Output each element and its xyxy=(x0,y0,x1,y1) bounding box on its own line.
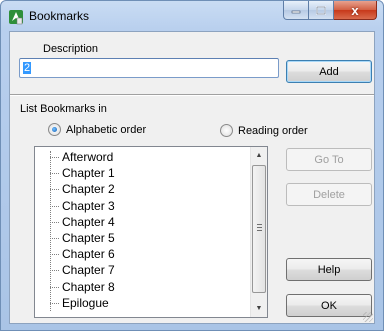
reading-order-label: Reading order xyxy=(238,124,308,137)
description-field[interactable]: 2 xyxy=(19,58,279,78)
maximize-icon xyxy=(316,5,326,15)
resize-grip[interactable] xyxy=(363,312,373,322)
list-item[interactable]: Chapter 6 xyxy=(35,246,251,262)
list-item[interactable]: Chapter 8 xyxy=(35,279,251,295)
scroll-thumb[interactable] xyxy=(252,165,266,293)
add-button[interactable]: Add xyxy=(286,60,372,83)
scroll-grip-icon xyxy=(257,224,262,231)
ok-button[interactable]: OK xyxy=(286,294,372,317)
scroll-up-arrow-icon[interactable]: ▲ xyxy=(251,147,267,164)
list-item[interactable]: Chapter 3 xyxy=(35,198,251,214)
dialog-client-area: Description 2 Add List Bookmarks in Alph… xyxy=(9,31,375,324)
minimize-icon xyxy=(291,10,301,14)
help-button[interactable]: Help xyxy=(286,258,372,281)
section-divider xyxy=(10,94,374,96)
list-item[interactable]: Chapter 1 xyxy=(35,165,251,181)
list-vertical-scrollbar[interactable]: ▲ ▼ xyxy=(250,147,267,317)
alphabetic-order-label: Alphabetic order xyxy=(66,123,147,136)
reading-order-radio[interactable]: Reading order xyxy=(220,124,308,137)
bookmark-app-icon xyxy=(8,9,24,25)
window-controls: x xyxy=(283,1,377,20)
description-label: Description xyxy=(43,43,99,55)
minimize-button[interactable] xyxy=(283,1,309,20)
close-icon: x xyxy=(351,2,359,18)
list-item[interactable]: Chapter 5 xyxy=(35,230,251,246)
bookmarks-list-items: Afterword Chapter 1 Chapter 2 Chapter 3 Chap… xyxy=(35,149,251,311)
title-bar[interactable]: Bookmarks x xyxy=(1,1,383,31)
bookmarks-window: Bookmarks x Description 2 Add List Bookm… xyxy=(0,0,384,331)
list-item[interactable]: Chapter 7 xyxy=(35,262,251,278)
list-item[interactable]: Chapter 2 xyxy=(35,181,251,197)
go-to-button[interactable]: Go To xyxy=(286,148,372,171)
close-button[interactable]: x xyxy=(334,1,377,20)
bookmarks-list[interactable]: Afterword Chapter 1 Chapter 2 Chapter 3 Chap… xyxy=(34,146,268,318)
list-item[interactable]: Epilogue xyxy=(35,295,251,311)
description-selected-text: 2 xyxy=(23,62,32,74)
scroll-down-arrow-icon[interactable]: ▼ xyxy=(251,300,267,317)
delete-button[interactable]: Delete xyxy=(286,183,372,206)
window-title: Bookmarks xyxy=(29,9,90,23)
maximize-button[interactable] xyxy=(309,1,334,20)
list-bookmarks-label: List Bookmarks in xyxy=(20,103,107,115)
alphabetic-order-radio[interactable]: Alphabetic order xyxy=(48,123,146,136)
description-input[interactable] xyxy=(20,60,278,78)
radio-unselected-icon xyxy=(220,124,233,137)
list-item[interactable]: Chapter 4 xyxy=(35,214,251,230)
radio-selected-icon xyxy=(48,123,61,136)
list-item[interactable]: Afterword xyxy=(35,149,251,165)
